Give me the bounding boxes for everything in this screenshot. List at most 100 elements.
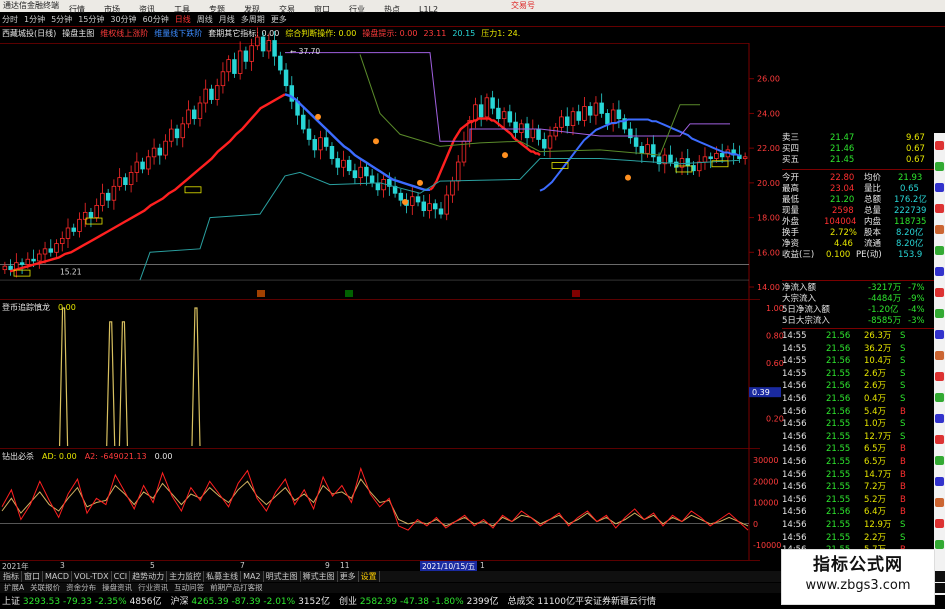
toolstrip-icon[interactable]	[935, 246, 944, 255]
toolstrip-icon[interactable]	[935, 519, 944, 528]
info-tab[interactable]: 操盘资讯	[99, 583, 135, 593]
info-tab[interactable]: 关联报价	[27, 583, 63, 593]
candle	[65, 218, 71, 248]
indicator-tab[interactable]: 指标	[1, 571, 22, 582]
toolstrip-icon[interactable]	[935, 330, 944, 339]
toolstrip-icon[interactable]	[935, 183, 944, 192]
info-tab[interactable]: 资金分布	[63, 583, 99, 593]
candle	[478, 95, 484, 127]
signal-marker	[417, 179, 423, 186]
toolstrip-icon[interactable]	[935, 309, 944, 318]
indicator-tab[interactable]: 私募主线	[204, 571, 242, 582]
toolstrip-icon[interactable]	[935, 288, 944, 297]
index-amount: 3152亿	[298, 597, 330, 607]
candle	[702, 147, 708, 170]
tick-cell: 21.55	[826, 520, 851, 530]
toolstrip-icon[interactable]	[935, 435, 944, 444]
tick-cell: 14:55	[782, 331, 807, 341]
toolstrip-icon[interactable]	[935, 477, 944, 486]
toolstrip-icon[interactable]	[935, 162, 944, 171]
price-tick-label: 24.00	[757, 109, 780, 118]
phase-marker	[257, 290, 265, 297]
index-item[interactable]: 创业 2582.99 -47.38 -1.80% 2399亿	[339, 595, 499, 609]
candle	[438, 201, 444, 219]
toolstrip-icon[interactable]	[935, 498, 944, 507]
candle	[128, 165, 134, 193]
tick-cell: 2.6万	[864, 368, 887, 379]
indicator-tab[interactable]: 设置	[359, 571, 380, 582]
candle	[341, 150, 346, 177]
ind2-series-yellow	[1, 478, 749, 527]
candle	[639, 142, 645, 163]
toolstrip-icon[interactable]	[935, 393, 944, 402]
candle	[140, 157, 145, 174]
candle	[123, 173, 128, 191]
quote-row: 换手 2.72% 股本 8.20亿	[782, 228, 934, 239]
legend-item: A2: -649021.13	[84, 452, 147, 461]
toolstrip-icon[interactable]	[935, 204, 944, 213]
tick-cell: 7.2万	[864, 482, 887, 493]
candle	[283, 63, 289, 92]
tick-cell: 14:56	[782, 457, 807, 467]
indicator-tab[interactable]: MACD	[43, 571, 72, 582]
toolstrip-icon[interactable]	[935, 372, 944, 381]
tick-row: 14:56 21.55 2.2万 S	[782, 533, 934, 544]
toolstrip-icon[interactable]	[935, 141, 944, 150]
candle	[163, 134, 168, 160]
quote-row: 外盘 104004 内盘 118735	[782, 217, 934, 228]
toolstrip-icon[interactable]	[935, 414, 944, 423]
toolstrip-icon[interactable]	[935, 225, 944, 234]
indicator-tab[interactable]: 明式主图	[264, 571, 301, 582]
tick-cell: 6.5万	[864, 457, 887, 467]
indicator-tab[interactable]: CCI	[112, 571, 131, 582]
quote-cell: 23.04	[830, 184, 855, 194]
tick-row: 14:56 21.55 7.2万 B	[782, 482, 934, 493]
quote-cell: 均价	[864, 173, 882, 183]
quote-cell: -4484万	[868, 294, 902, 304]
quote-cell: 0.67	[906, 155, 925, 165]
indicator-tab[interactable]: 趋势动力	[130, 571, 168, 582]
candle	[651, 135, 656, 163]
toolstrip-icon[interactable]	[935, 456, 944, 465]
quote-cell: 5日大宗流入	[782, 316, 830, 326]
quote-cell: 内盘	[864, 217, 882, 227]
candle	[335, 151, 340, 176]
candle	[616, 100, 622, 129]
date-label: 5	[150, 561, 155, 570]
quote-row: 最低 21.20 总额 176.2亿	[782, 195, 934, 206]
tick-cell: 21.55	[826, 419, 851, 430]
panel-separator	[782, 328, 934, 329]
index-item[interactable]: 上证 3293.53 -79.33 -2.35% 4856亿	[2, 595, 162, 609]
tick-cell: 6.4万	[864, 507, 887, 518]
index-amount: 4856亿	[129, 597, 162, 607]
indicator-tab[interactable]: 窗口	[22, 571, 43, 582]
quote-cell: 0.65	[900, 184, 919, 194]
candle	[381, 175, 386, 198]
indicator-tab[interactable]: 主力监控	[167, 571, 205, 582]
tick-cell: B	[900, 406, 906, 417]
indicator-tab[interactable]: 更多	[338, 571, 359, 582]
indicator-tab[interactable]: 狮式主图	[301, 571, 338, 582]
quote-cell: 最低	[782, 195, 800, 205]
quote-cell: 9.67	[906, 133, 925, 143]
ind2-series-red	[1, 466, 749, 531]
indicator-tab[interactable]: VOL-TDX	[72, 571, 112, 582]
candle	[8, 259, 13, 276]
info-tab[interactable]: 行业资讯	[135, 583, 171, 593]
candle	[105, 188, 111, 209]
info-tab[interactable]: 前期产品打客报	[207, 583, 266, 593]
indicator-tab[interactable]: MA2	[241, 571, 264, 582]
info-tab[interactable]: 互动问答	[171, 583, 207, 593]
index-item[interactable]: 沪深 4265.39 -87.39 -2.01% 3152亿	[171, 595, 331, 609]
info-tab[interactable]: 扩展A	[1, 583, 27, 593]
price-tick-label: 22.00	[757, 144, 780, 153]
quote-cell: 卖三	[782, 133, 800, 143]
toolstrip-icon[interactable]	[935, 351, 944, 360]
panel-divider	[0, 448, 760, 449]
candle	[742, 152, 748, 165]
toolstrip-icon[interactable]	[935, 540, 944, 549]
candle	[490, 90, 495, 115]
candle	[77, 212, 82, 238]
toolstrip-icon[interactable]	[935, 267, 944, 276]
quote-cell: 总量	[864, 206, 882, 216]
